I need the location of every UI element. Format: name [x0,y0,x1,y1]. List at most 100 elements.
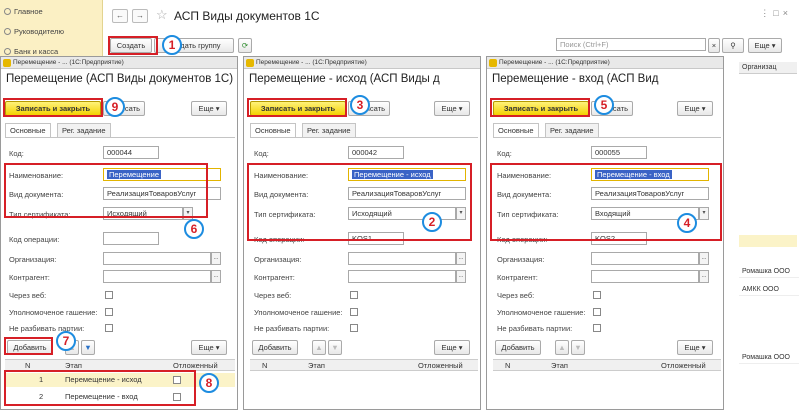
form-title: Перемещение - вход (АСП Вид [492,73,659,85]
more-button[interactable]: Еще ▾ [434,340,470,355]
code-field[interactable]: 000055 [591,146,647,159]
arrow-down-icon[interactable]: ▼ [81,340,95,355]
arrow-up-icon[interactable]: ▲ [312,340,326,355]
tab-divider [5,137,235,138]
annotation-box [3,98,103,117]
select-button[interactable]: ... [699,252,709,265]
org-field[interactable] [591,252,699,265]
annotation-box [4,370,196,406]
sidebar-item-management[interactable]: Руководителю [4,26,64,38]
chart-icon [4,28,11,35]
annotation-box [108,36,158,55]
marker-5: 5 [594,95,614,115]
annotation-box [490,98,590,117]
authorized-checkbox[interactable] [350,308,358,316]
marker-4: 4 [677,213,697,233]
sidebar-item-main[interactable]: Главное [4,6,43,18]
list-item[interactable]: АМКК ООО [739,284,799,296]
grid-header: N Этап Отложенный [493,359,721,371]
more-button[interactable]: Еще ▾ [434,101,470,116]
arrow-up-icon[interactable]: ▲ [555,340,569,355]
marker-7: 7 [56,331,76,351]
select-button[interactable]: ... [211,270,221,283]
add-button[interactable]: Добавить [252,340,298,355]
form-title: Перемещение - исход (АСП Виды д [249,73,440,85]
authorized-label: Уполномоченое гашение: [497,308,586,317]
select-button[interactable]: ... [456,252,466,265]
web-label: Через веб: [9,291,47,300]
org-label: Организация: [497,255,545,264]
select-button[interactable]: ... [211,252,221,265]
window-controls[interactable]: ⋮□× [760,8,792,19]
select-button[interactable]: ... [699,270,709,283]
arrow-down-icon[interactable]: ▼ [328,340,342,355]
form-title: Перемещение (АСП Виды документов 1С) [6,73,234,85]
list-item[interactable]: Ромашка ООО [739,352,799,364]
contractor-label: Контрагент: [254,273,295,282]
tab-main[interactable]: Основные [250,123,296,137]
select-button[interactable]: ... [456,270,466,283]
refresh-icon[interactable]: ⟳ [238,38,252,53]
code-field[interactable]: 000042 [348,146,404,159]
more-button[interactable]: Еще ▾ [191,101,227,116]
tab-main[interactable]: Основные [493,123,539,137]
back-button[interactable]: ← [112,9,128,23]
forward-button[interactable]: → [132,9,148,23]
annotation-box [247,98,347,117]
nosplit-label: Не разбивать партии: [497,324,573,333]
favorite-star-icon[interactable]: ☆ [156,7,168,23]
marker-9: 9 [105,97,125,117]
window-title-bar: Перемещение - ... (1С:Предприятие) [244,57,480,69]
more-button[interactable]: Еще ▾ [748,38,782,53]
add-button[interactable]: Добавить [495,340,541,355]
web-label: Через веб: [254,291,292,300]
page-title: АСП Виды документов 1С [174,9,320,23]
more-button[interactable]: Еще ▾ [677,340,713,355]
contractor-field[interactable] [591,270,699,283]
window-title-bar: Перемещение - ... (1С:Предприятие) [1,57,237,69]
org-field[interactable] [103,252,211,265]
search-icon[interactable]: ⚲ [722,38,744,53]
web-checkbox[interactable] [350,291,358,299]
nosplit-label: Не разбивать партии: [254,324,330,333]
nosplit-label: Не разбивать партии: [9,324,85,333]
nosplit-checkbox[interactable] [350,324,358,332]
marker-6: 6 [184,219,204,239]
tab-divider [493,137,721,138]
arrow-down-icon[interactable]: ▼ [571,340,585,355]
contractor-label: Контрагент: [9,273,50,282]
code-label: Код: [497,149,512,158]
column-header-organization: Организац [739,62,797,74]
code-field[interactable]: 000044 [103,146,159,159]
annotation-box [4,163,208,218]
more-button[interactable]: Еще ▾ [677,101,713,116]
clear-search-button[interactable]: × [708,38,720,53]
marker-3: 3 [350,95,370,115]
tab-schedule[interactable]: Рег. задание [545,123,599,137]
tab-schedule[interactable]: Рег. задание [302,123,356,137]
list-item[interactable]: Ромашка ООО [739,266,799,278]
org-field[interactable] [348,252,456,265]
org-label: Организация: [9,255,57,264]
app-icon [3,59,11,67]
tab-divider [250,137,478,138]
web-label: Через веб: [497,291,535,300]
code-label: Код: [254,149,269,158]
nosplit-checkbox[interactable] [105,324,113,332]
tab-schedule[interactable]: Рег. задание [57,123,111,137]
contractor-field[interactable] [103,270,211,283]
web-checkbox[interactable] [105,291,113,299]
more-button[interactable]: Еще ▾ [191,340,227,355]
nosplit-checkbox[interactable] [593,324,601,332]
web-checkbox[interactable] [593,291,601,299]
authorized-checkbox[interactable] [593,308,601,316]
opcode-field[interactable] [103,232,159,245]
marker-2: 2 [422,212,442,232]
authorized-checkbox[interactable] [105,308,113,316]
code-label: Код: [9,149,24,158]
selected-row[interactable] [739,235,797,247]
search-input[interactable]: Поиск (Ctrl+F) [556,38,706,51]
tab-main[interactable]: Основные [5,123,51,137]
contractor-field[interactable] [348,270,456,283]
marker-1: 1 [162,35,182,55]
